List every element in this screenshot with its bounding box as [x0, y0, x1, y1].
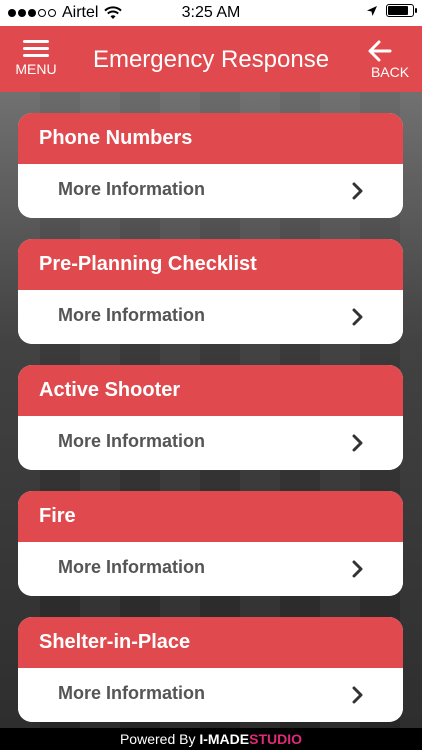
card-title: Active Shooter [18, 365, 403, 416]
card-more-info-row[interactable]: More Information [18, 290, 403, 344]
back-arrow-icon [368, 40, 392, 62]
chevron-right-icon [352, 560, 363, 578]
more-information-label: More Information [58, 683, 205, 703]
card-title: Fire [18, 491, 403, 542]
back-button[interactable]: BACK [366, 38, 414, 80]
card-active-shooter[interactable]: Active Shooter More Information [18, 365, 403, 470]
card-pre-planning-checklist[interactable]: Pre-Planning Checklist More Information [18, 239, 403, 344]
card-more-info-row[interactable]: More Information [18, 542, 403, 596]
brand-name: I-MADE [199, 731, 250, 747]
chevron-right-icon [352, 308, 363, 326]
card-phone-numbers[interactable]: Phone Numbers More Information [18, 113, 403, 218]
hamburger-icon [23, 40, 49, 57]
chevron-right-icon [352, 434, 363, 452]
card-shelter-in-place[interactable]: Shelter-in-Place More Information [18, 617, 403, 722]
card-more-info-row[interactable]: More Information [18, 164, 403, 218]
card-title: Phone Numbers [18, 113, 403, 164]
card-more-info-row[interactable]: More Information [18, 668, 403, 722]
more-information-label: More Information [58, 557, 205, 577]
menu-button[interactable]: MENU [8, 40, 64, 77]
more-information-label: More Information [58, 179, 205, 199]
status-time: 3:25 AM [181, 4, 241, 21]
status-bar: Airtel 3:25 AM [0, 0, 422, 26]
more-information-label: More Information [58, 305, 205, 325]
card-title: Shelter-in-Place [18, 617, 403, 668]
status-bar-right [366, 4, 417, 17]
chevron-right-icon [352, 182, 363, 200]
card-title: Pre-Planning Checklist [18, 239, 403, 290]
menu-label: MENU [15, 61, 57, 77]
battery-icon [386, 4, 417, 17]
app-header: MENU Emergency Response BACK [0, 26, 422, 92]
battery-level [388, 6, 409, 15]
emergency-card-list: Phone Numbers More Information Pre-Plann… [18, 113, 403, 743]
location-arrow-icon [367, 5, 377, 16]
back-label: BACK [370, 64, 410, 80]
powered-by-label: Powered By [119, 731, 196, 747]
chevron-right-icon [352, 686, 363, 704]
more-information-label: More Information [58, 431, 205, 451]
card-fire[interactable]: Fire More Information [18, 491, 403, 596]
card-more-info-row[interactable]: More Information [18, 416, 403, 470]
page-title: Emergency Response [92, 46, 330, 73]
brand-studio: STUDIO [249, 731, 303, 747]
powered-by-footer: Powered By I-MADESTUDIO [0, 728, 422, 750]
